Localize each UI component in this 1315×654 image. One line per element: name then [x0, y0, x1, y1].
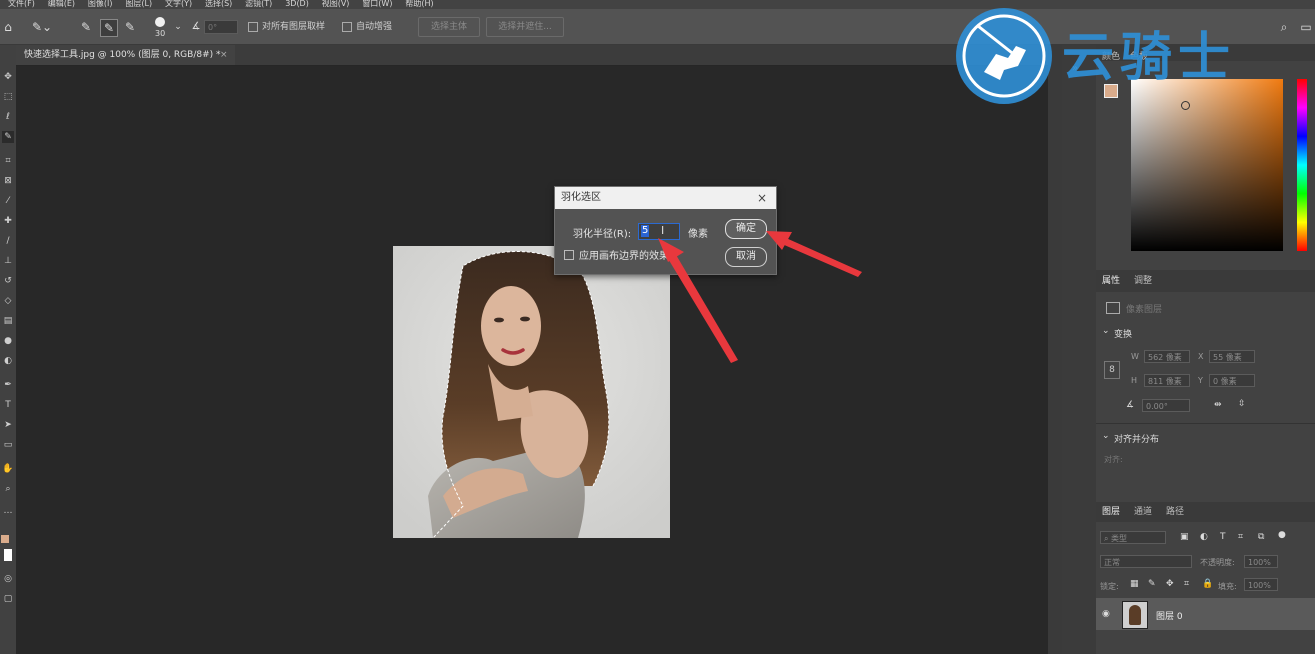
knight-icon — [962, 14, 1046, 98]
lock-artboard-icon[interactable]: ⌗ — [1184, 579, 1189, 589]
opacity-input[interactable]: 100% — [1244, 555, 1278, 568]
layer-row[interactable]: ◉ 图层 0 — [1096, 598, 1315, 630]
search-icon: ⌕ — [1104, 534, 1112, 543]
h-label: H — [1131, 376, 1138, 385]
watermark-logo — [956, 8, 1052, 104]
flip-vertical-icon[interactable]: ⇳ — [1238, 399, 1246, 409]
chevron-down-icon[interactable]: ⌄ — [1102, 326, 1110, 336]
right-panels: 颜色 色板 属性 调整 像素图层 ⌄ 变换 8 W 562 像素 X 55 像素… — [1096, 45, 1315, 654]
filter-type-icon[interactable]: T — [1220, 532, 1226, 542]
width-input[interactable]: 562 像素 — [1144, 350, 1190, 363]
lock-position-icon[interactable]: ✥ — [1166, 579, 1174, 589]
x-label: X — [1198, 352, 1204, 361]
layer-filter-value: 类型 — [1111, 534, 1128, 543]
color-picker-cursor — [1181, 101, 1190, 110]
divider — [1096, 423, 1315, 424]
y-label: Y — [1198, 376, 1203, 385]
layer-kind-label: 像素图层 — [1126, 305, 1163, 315]
fill-label: 填充: — [1218, 582, 1237, 591]
arrow-to-radius-shaft — [664, 248, 738, 363]
rotation-input[interactable]: 0.00° — [1142, 399, 1190, 412]
layer-filter-select[interactable]: ⌕ 类型 — [1100, 531, 1166, 544]
properties-panel-tabs: 属性 调整 — [1096, 270, 1315, 292]
layer-name[interactable]: 图层 0 — [1156, 609, 1183, 622]
angle-icon: ∡ — [1126, 400, 1135, 410]
filter-toggle-icon[interactable]: ● — [1278, 530, 1286, 540]
filter-shape-icon[interactable]: ⌗ — [1238, 532, 1243, 542]
color-picker-field[interactable] — [1131, 79, 1283, 251]
filter-smart-icon[interactable]: ⧉ — [1258, 532, 1264, 542]
fill-input[interactable]: 100% — [1244, 578, 1278, 591]
arrow-to-ok-shaft — [782, 238, 862, 277]
tab-paths[interactable]: 路径 — [1166, 504, 1184, 520]
watermark-text: 云骑士 — [1062, 28, 1237, 88]
flip-horizontal-icon[interactable]: ⇹ — [1214, 400, 1222, 410]
visibility-eye-icon[interactable]: ◉ — [1102, 609, 1110, 619]
align-label: 对齐: — [1104, 455, 1123, 464]
layers-panel-tabs: 图层 通道 路径 — [1096, 502, 1315, 522]
pixel-layer-icon — [1106, 302, 1120, 314]
y-input[interactable]: 0 像素 — [1209, 374, 1255, 387]
blend-mode-select[interactable]: 正常 — [1100, 555, 1192, 568]
layer-thumbnail-figure — [1129, 605, 1141, 625]
link-icon[interactable]: 8 — [1104, 361, 1120, 379]
align-header: 对齐并分布 — [1114, 435, 1160, 445]
hue-slider[interactable] — [1297, 79, 1307, 251]
lock-label: 锁定: — [1100, 582, 1119, 591]
tab-properties[interactable]: 属性 — [1102, 273, 1120, 289]
lock-pixels-icon[interactable]: ✎ — [1148, 579, 1156, 589]
filter-adjust-icon[interactable]: ◐ — [1200, 532, 1208, 542]
tab-adjust[interactable]: 调整 — [1134, 273, 1152, 289]
height-input[interactable]: 811 像素 — [1144, 374, 1190, 387]
arrow-to-radius-head — [658, 238, 684, 262]
lock-transparent-icon[interactable]: ▦ — [1130, 579, 1139, 589]
x-input[interactable]: 55 像素 — [1209, 350, 1255, 363]
w-label: W — [1131, 352, 1139, 361]
panel-dock-strip: » — [1062, 45, 1096, 654]
lock-all-icon[interactable]: 🔒 — [1202, 579, 1213, 589]
tab-channels[interactable]: 通道 — [1134, 504, 1152, 520]
chevron-down-icon[interactable]: ⌄ — [1102, 431, 1110, 441]
transform-header: 变换 — [1114, 330, 1133, 340]
tab-layers[interactable]: 图层 — [1102, 504, 1120, 520]
opacity-label: 不透明度: — [1200, 558, 1235, 567]
layer-thumbnail — [1122, 601, 1148, 629]
filter-pixel-icon[interactable]: ▣ — [1180, 532, 1189, 542]
